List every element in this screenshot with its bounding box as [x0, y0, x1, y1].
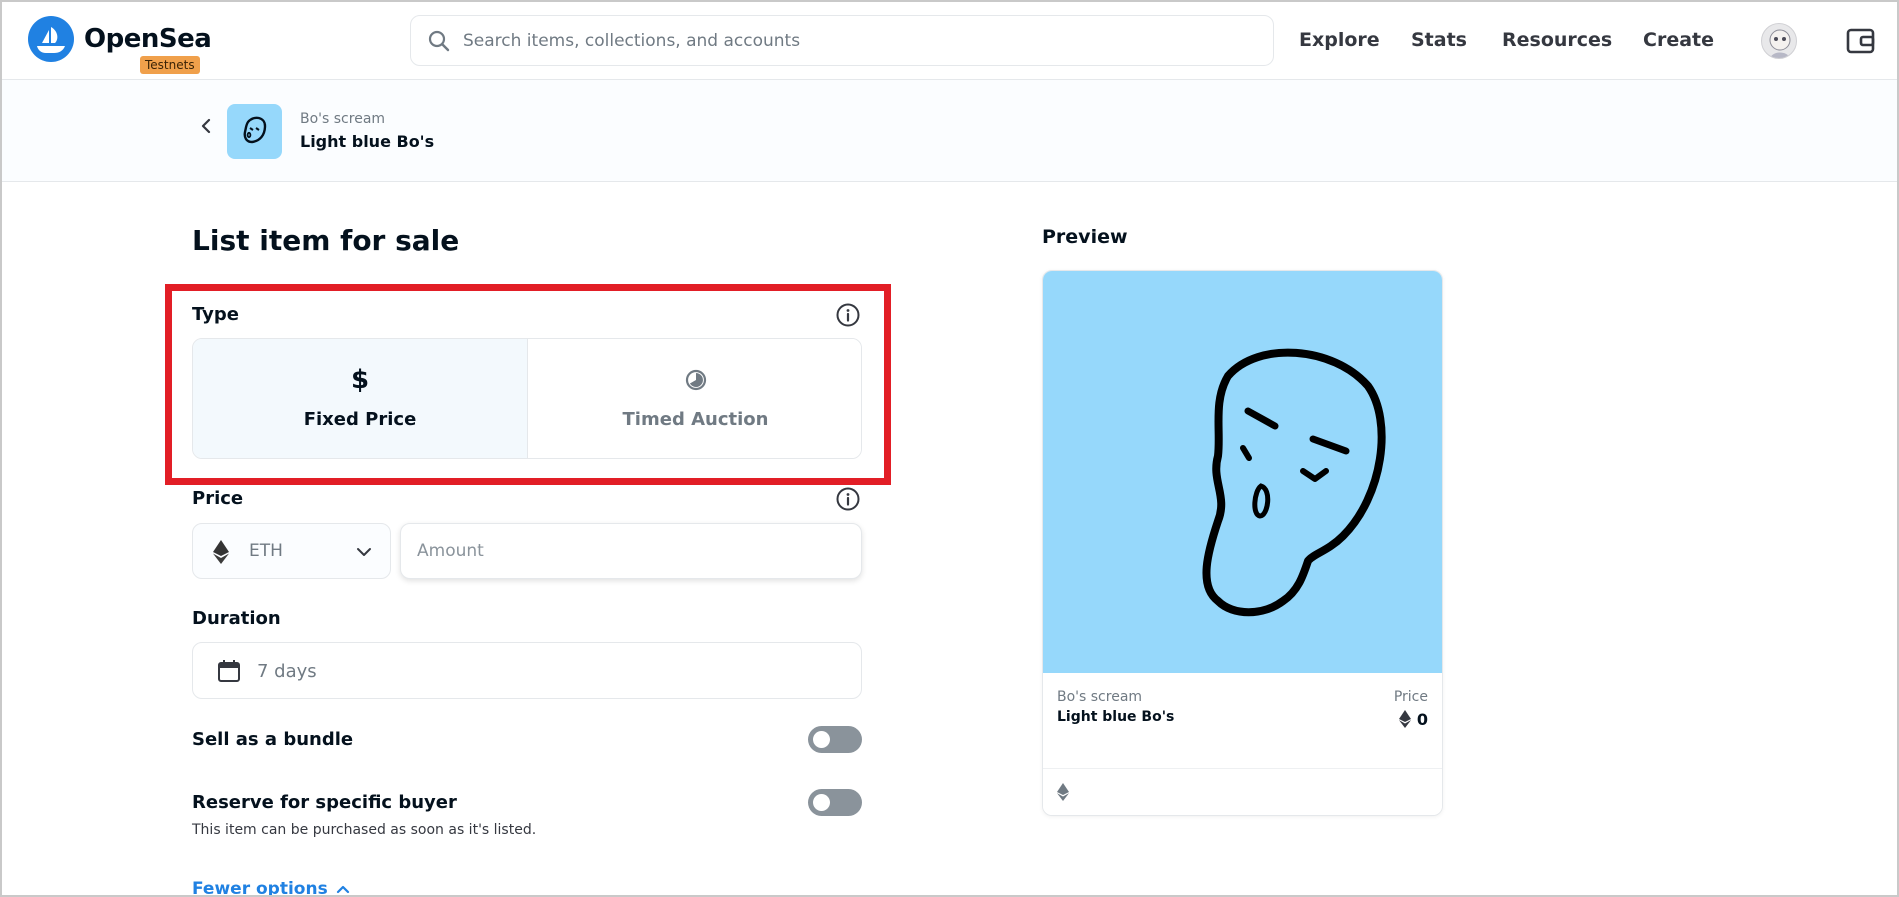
- amount-input[interactable]: [417, 524, 847, 578]
- nav-stats[interactable]: Stats: [1411, 29, 1467, 51]
- nav-explore[interactable]: Explore: [1299, 29, 1380, 51]
- bundle-toggle[interactable]: [808, 726, 862, 753]
- toggle-knob: [813, 794, 830, 811]
- logo-text: OpenSea: [84, 24, 212, 54]
- search-icon: [428, 30, 450, 52]
- item-breadcrumb-bar: Bo's scream Light blue Bo's: [2, 80, 1897, 182]
- info-icon[interactable]: [835, 486, 861, 512]
- opensea-logo-icon: [28, 16, 74, 62]
- duration-label: Duration: [192, 608, 281, 629]
- type-option-timed-auction[interactable]: Timed Auction: [528, 339, 861, 458]
- type-label: Type: [192, 304, 239, 325]
- app-window: OpenSea Testnets Explore Stats Resources…: [0, 0, 1899, 897]
- artwork-image: [1043, 271, 1442, 673]
- top-navigation: OpenSea Testnets Explore Stats Resources…: [2, 2, 1897, 80]
- fewer-options-label: Fewer options: [192, 879, 328, 897]
- card-footer: [1043, 768, 1442, 815]
- search-input[interactable]: [463, 16, 1253, 65]
- eth-icon: [213, 540, 229, 564]
- clock-icon: [685, 369, 707, 391]
- price-label: Price: [192, 488, 244, 509]
- info-icon[interactable]: [835, 302, 861, 328]
- card-price-value: 0: [1416, 710, 1428, 729]
- item-thumbnail[interactable]: [227, 104, 282, 159]
- calendar-icon: [218, 660, 240, 682]
- type-option-label: Fixed Price: [303, 409, 417, 430]
- card-collection-name: Bo's scream: [1057, 689, 1143, 705]
- amount-field[interactable]: [400, 523, 862, 579]
- dollar-icon: $: [350, 365, 370, 395]
- card-item-name: Light blue Bo's: [1057, 709, 1175, 725]
- testnets-badge: Testnets: [140, 56, 200, 74]
- reserve-helper-text: This item can be purchased as soon as it…: [192, 822, 537, 838]
- reserve-label: Reserve for specific buyer: [192, 792, 457, 813]
- breadcrumb-collection[interactable]: Bo's scream: [300, 111, 385, 127]
- preview-title: Preview: [1042, 226, 1128, 248]
- bundle-label: Sell as a bundle: [192, 729, 354, 750]
- avatar[interactable]: [1761, 23, 1797, 59]
- wallet-icon[interactable]: [1846, 26, 1876, 56]
- duration-value: 7 days: [257, 661, 317, 682]
- eth-icon: [1057, 783, 1069, 801]
- currency-select[interactable]: ETH: [192, 523, 391, 579]
- chevron-down-icon: [357, 548, 371, 556]
- nav-create[interactable]: Create: [1643, 29, 1714, 51]
- card-price-label: Price: [1393, 689, 1428, 705]
- search-box[interactable]: [410, 15, 1274, 66]
- toggle-knob: [813, 731, 830, 748]
- type-option-fixed-price[interactable]: $ Fixed Price: [193, 339, 528, 458]
- currency-label: ETH: [249, 541, 283, 561]
- type-option-label: Timed Auction: [622, 409, 769, 430]
- nav-resources[interactable]: Resources: [1502, 29, 1612, 51]
- page-title: List item for sale: [192, 224, 460, 257]
- card-price: 0: [1398, 710, 1428, 729]
- preview-card[interactable]: Bo's scream Light blue Bo's Price 0: [1042, 270, 1443, 816]
- chevron-left-icon[interactable]: [198, 116, 214, 136]
- sale-type-selector: $ Fixed Price Timed Auction: [192, 338, 862, 459]
- chevron-up-icon: [336, 885, 349, 894]
- reserve-toggle[interactable]: [808, 789, 862, 816]
- eth-icon: [1398, 710, 1411, 728]
- opensea-logo[interactable]: OpenSea Testnets: [28, 16, 248, 74]
- fewer-options-link[interactable]: Fewer options: [192, 879, 350, 897]
- duration-select[interactable]: 7 days: [192, 642, 862, 699]
- breadcrumb-item-name[interactable]: Light blue Bo's: [300, 132, 434, 151]
